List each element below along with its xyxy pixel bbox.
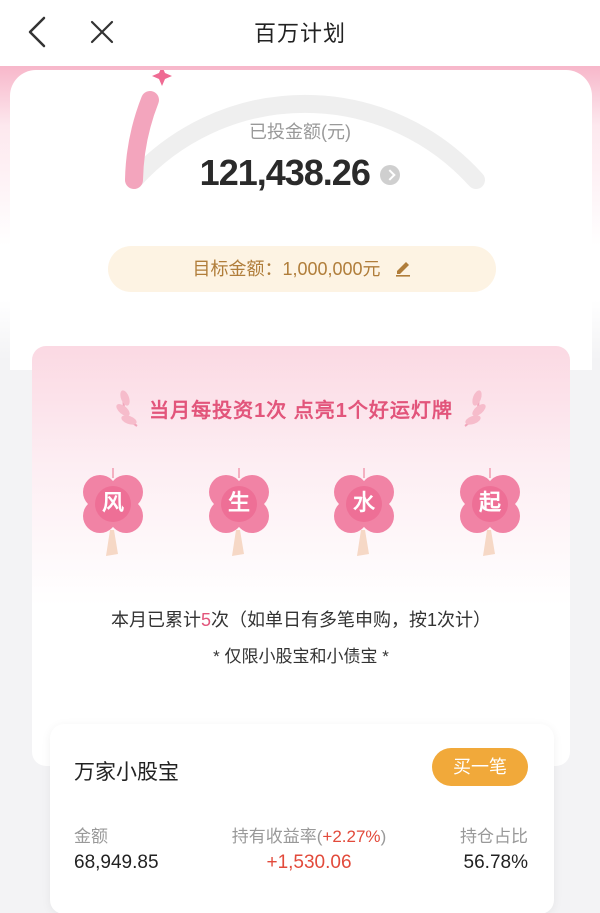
target-amount-text: 目标金额：1,000,000元 [192, 259, 381, 279]
yield-rate: +2.27% [322, 827, 381, 846]
count-number: 5 [200, 610, 211, 630]
count-prefix: 本月已累计 [110, 610, 201, 630]
fund-name: 万家小股宝 [74, 761, 179, 784]
sparkle-icon [152, 70, 172, 86]
laurel-left-icon [115, 390, 138, 427]
invested-amount: 121,438.26 [199, 152, 371, 193]
lucky-clover-1[interactable]: 风 [78, 464, 148, 560]
amount-value: 68,949.85 [74, 852, 159, 873]
invested-amount-row[interactable]: 121,438.26 [0, 152, 600, 194]
ratio-label: 持仓占比 [460, 827, 528, 846]
ratio-value: 56.78% [463, 852, 528, 873]
monthly-count-text: 本月已累计5次（如单日有多笔申购，按1次计） [32, 606, 570, 632]
amount-label: 金额 [74, 827, 108, 846]
clover-char: 起 [478, 490, 501, 515]
lucky-title-row: 当月每投资1次 点亮1个好运灯牌 [32, 388, 570, 428]
invested-label: 已投金额(元) [249, 122, 351, 142]
yield-label-prefix: 持有收益率( [231, 827, 323, 846]
yield-label: 持有收益率(+2.27%) [226, 822, 392, 847]
yield-value: +1,530.06 [266, 852, 352, 873]
nav-bar: 百万计划 [0, 0, 600, 66]
edit-icon[interactable] [394, 259, 412, 277]
buy-button[interactable]: 买一笔 [432, 748, 528, 786]
page-title: 百万计划 [253, 21, 346, 46]
count-suffix: 次（如单日有多笔申购，按1次计） [211, 610, 492, 630]
clover-char: 水 [352, 490, 375, 515]
clover-char: 风 [101, 490, 124, 515]
laurel-right-icon [464, 390, 487, 427]
fund-card[interactable]: 万家小股宝 买一笔 金额 68,949.85 持有收益率(+2.27%) +1,… [50, 724, 554, 913]
target-amount-pill[interactable]: 目标金额：1,000,000元 [108, 246, 496, 292]
chevron-right-icon[interactable] [380, 165, 401, 185]
lucky-title: 当月每投资1次 点亮1个好运灯牌 [149, 399, 453, 422]
clover-char: 生 [227, 490, 250, 515]
lucky-clover-4[interactable]: 起 [455, 464, 525, 560]
lucky-sign-card: 当月每投资1次 点亮1个好运灯牌 风 生 水 起 本月已累计5次（如单日有多笔申… [32, 346, 570, 766]
eligibility-note: * 仅限小股宝和小债宝 * [213, 647, 389, 666]
lucky-clover-3[interactable]: 水 [329, 464, 399, 560]
lucky-clover-2[interactable]: 生 [204, 464, 274, 560]
yield-label-suffix: ) [380, 827, 387, 846]
